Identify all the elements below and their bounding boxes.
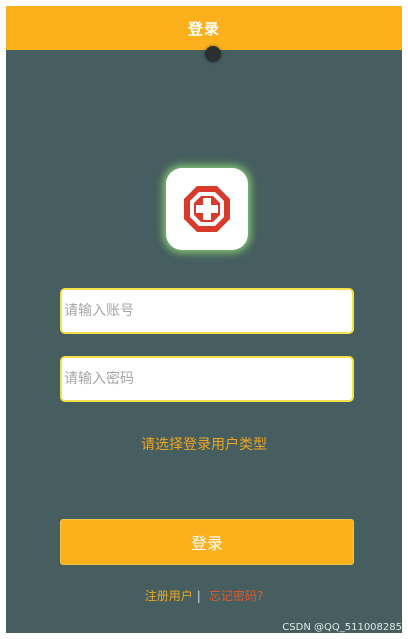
top-bar: 登录 (6, 6, 402, 50)
app-logo (166, 168, 248, 250)
register-link[interactable]: 注册用户 (145, 589, 193, 603)
account-input[interactable] (60, 288, 354, 334)
camera-notch (205, 46, 221, 62)
login-screen: 登录 请选择登录用户类型 登录 注册用户| 忘记密码? (6, 6, 402, 633)
watermark: CSDN @QQ_511008285 (282, 622, 402, 633)
link-separator: | (196, 589, 201, 603)
forgot-password-link[interactable]: 忘记密码? (209, 589, 263, 603)
page-title: 登录 (187, 19, 220, 38)
login-button[interactable]: 登录 (60, 519, 354, 565)
medical-cross-icon (184, 186, 230, 232)
password-input[interactable] (60, 356, 354, 402)
app-frame: 登录 请选择登录用户类型 登录 注册用户| 忘记密码? CSDN @QQ_5110… (0, 0, 408, 639)
user-type-selector[interactable]: 请选择登录用户类型 (6, 434, 402, 454)
bottom-links: 注册用户 | 忘记密码? (6, 587, 402, 604)
